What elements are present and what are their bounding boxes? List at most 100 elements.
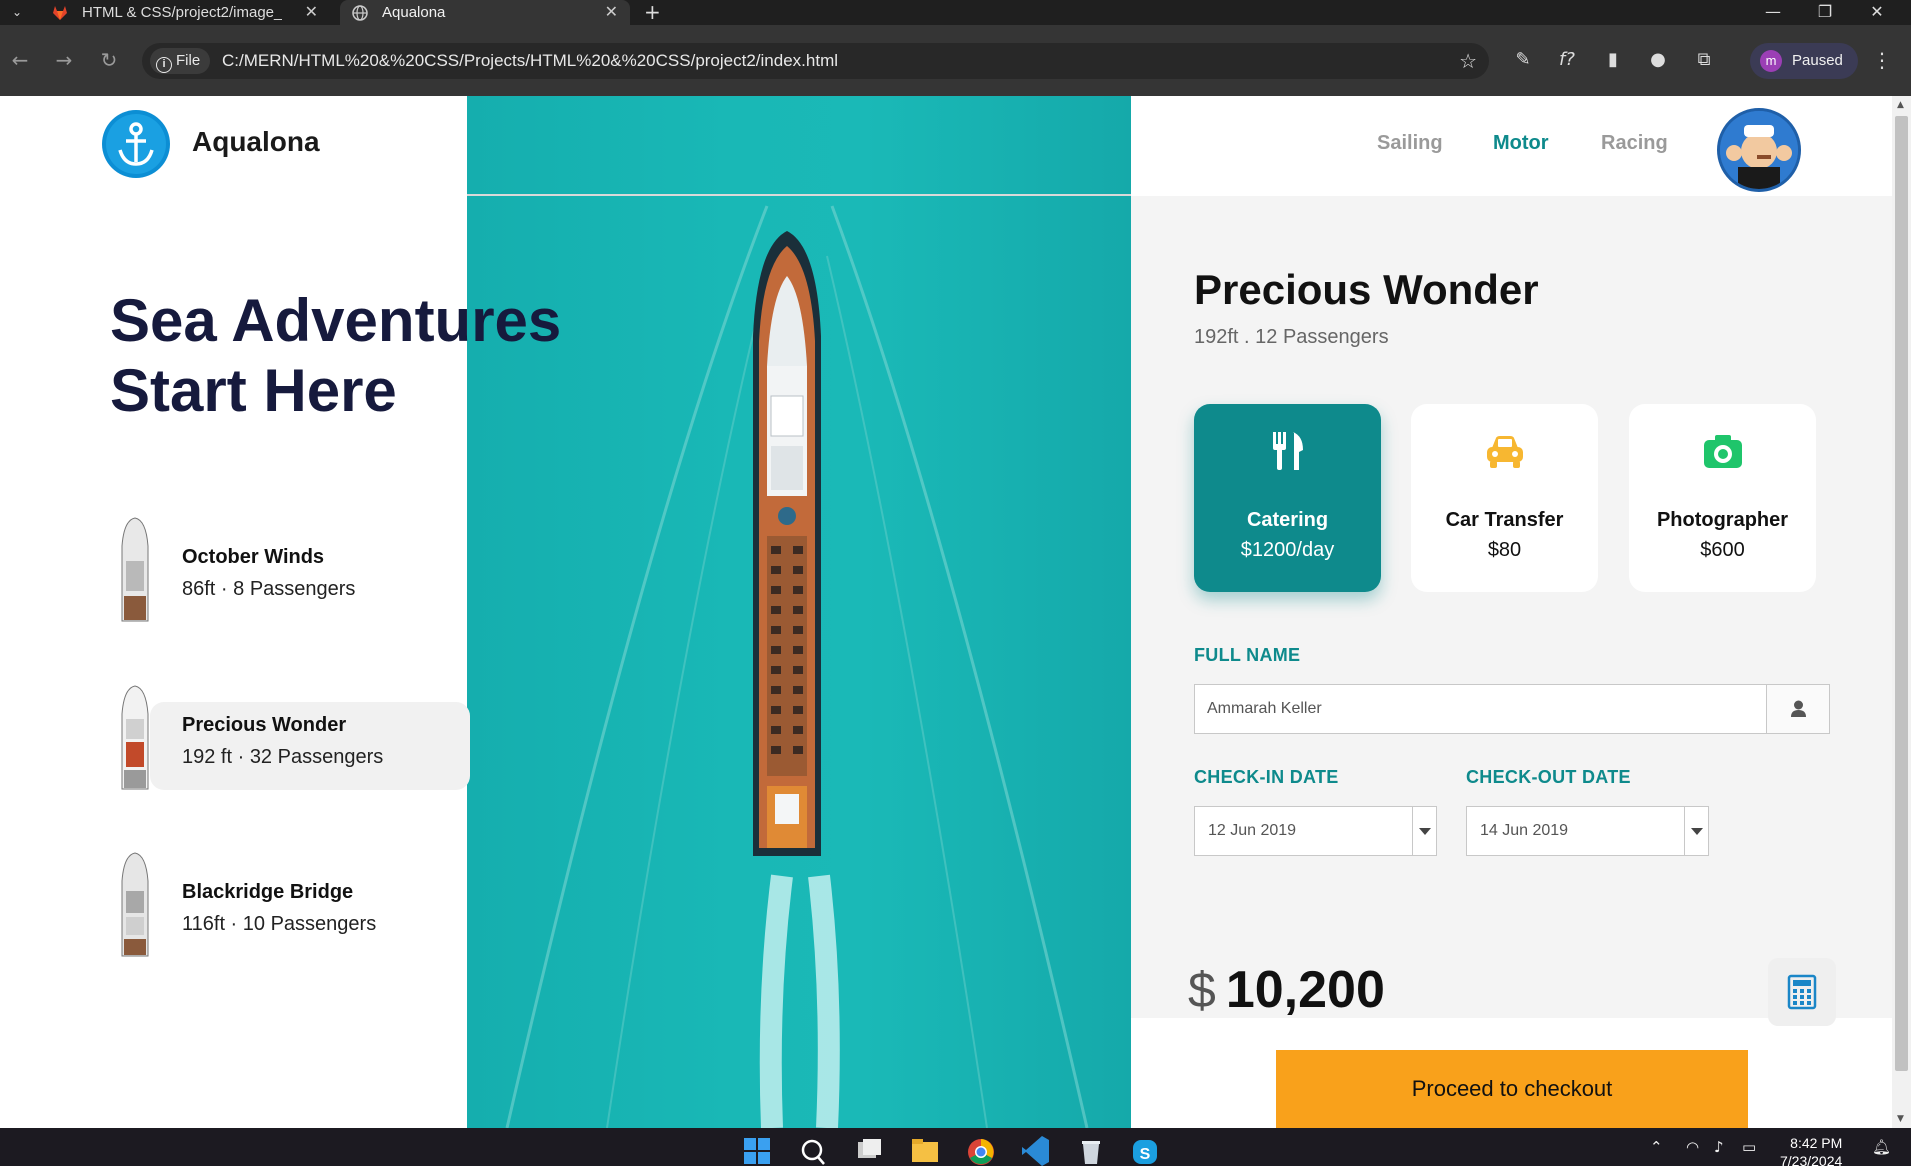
browser-toolbar: ← → ↻ i File C:/MERN/HTML%20&%20CSS/Proje… xyxy=(0,25,1911,96)
page-scrollbar[interactable]: ▲ ▼ xyxy=(1892,96,1911,1128)
notification-bell-icon[interactable]: 🔔︎ xyxy=(1872,1138,1891,1156)
eyedropper-extension-icon[interactable]: ✎ xyxy=(1510,47,1536,73)
globe-icon xyxy=(352,5,368,21)
nav-link-motor[interactable]: Motor xyxy=(1493,132,1549,155)
new-tab-button[interactable]: + xyxy=(644,0,661,24)
service-card-car-transfer[interactable]: Car Transfer $80 xyxy=(1411,404,1598,592)
scroll-up-icon[interactable]: ▲ xyxy=(1897,100,1904,110)
hero-title-line-2: Start Here xyxy=(110,357,397,424)
yacht-thumbnail-icon xyxy=(121,517,149,622)
user-icon xyxy=(1791,700,1806,717)
boat-details: 116ft · 10 Passengers xyxy=(182,913,377,935)
checkout-date-value: 14 Jun 2019 xyxy=(1480,822,1569,839)
user-avatar-image xyxy=(1720,111,1798,189)
extensions-puzzle-icon[interactable]: ⧉ xyxy=(1691,47,1717,73)
battery-icon[interactable]: ▭ xyxy=(1742,1138,1756,1156)
service-card-catering[interactable]: Catering $1200/day xyxy=(1194,404,1381,592)
browser-tab-image[interactable]: HTML & CSS/project2/image_2 ✕ xyxy=(40,0,330,25)
info-icon: i xyxy=(156,57,172,73)
address-bar[interactable]: i File C:/MERN/HTML%20&%20CSS/Projects/HT… xyxy=(142,43,1489,79)
browser-tab-bar: ⌄ HTML & CSS/project2/image_2 ✕ Aqualona… xyxy=(0,0,1911,25)
total-price: $10,200 xyxy=(1188,960,1385,1020)
service-name: Catering xyxy=(1246,509,1329,531)
extension-icon-2[interactable]: ● xyxy=(1645,47,1671,73)
service-name: Photographer xyxy=(1656,509,1789,531)
tab-title: HTML & CSS/project2/image_2 xyxy=(82,4,282,21)
boat-details: 192 ft · 32 Passengers xyxy=(182,746,384,768)
anchor-logo-icon[interactable] xyxy=(102,110,170,178)
brand-name[interactable]: Aqualona xyxy=(192,126,320,158)
task-view-icon[interactable] xyxy=(852,1132,886,1166)
service-price: $600 xyxy=(1700,539,1745,561)
page-viewport: Aqualona Sailing Motor Racing Sea Advent… xyxy=(0,96,1892,1128)
service-name: Car Transfer xyxy=(1445,509,1564,531)
scroll-down-icon[interactable]: ▼ xyxy=(1897,1114,1904,1124)
minimize-icon[interactable]: — xyxy=(1748,0,1798,25)
close-window-icon[interactable]: ✕ xyxy=(1852,0,1902,25)
close-tab-icon[interactable]: ✕ xyxy=(305,0,318,25)
booking-panel xyxy=(1131,196,1892,1018)
vscode-icon[interactable] xyxy=(1018,1132,1052,1166)
profile-avatar: m xyxy=(1760,50,1782,72)
skype-icon[interactable]: S xyxy=(1128,1132,1162,1166)
boat-details: 86ft · 8 Passengers xyxy=(182,578,356,600)
checkout-button[interactable]: Proceed to checkout xyxy=(1276,1050,1748,1128)
calculator-button[interactable] xyxy=(1768,958,1836,1026)
site-info-button[interactable]: i File xyxy=(150,48,211,74)
checkout-date-label: CHECK-OUT DATE xyxy=(1466,767,1631,787)
recycle-bin-icon[interactable] xyxy=(1074,1132,1108,1166)
full-name-value: Ammarah Keller xyxy=(1207,700,1322,717)
file-explorer-icon[interactable] xyxy=(908,1132,942,1166)
forward-icon[interactable]: → xyxy=(49,45,79,75)
checkin-date-select[interactable]: 12 Jun 2019 xyxy=(1194,806,1437,856)
volume-icon[interactable]: ♪ xyxy=(1714,1138,1724,1156)
url-text[interactable]: C:/MERN/HTML%20&%20CSS/Projects/HTML%20&… xyxy=(222,43,838,79)
nav-link-sailing[interactable]: Sailing xyxy=(1377,132,1443,155)
yacht-thumbnail-icon xyxy=(121,852,149,957)
user-avatar[interactable] xyxy=(1717,108,1801,192)
yacht-thumbnail-icon xyxy=(121,685,149,790)
boat-list-item-precious-wonder[interactable]: Precious Wonder 192 ft · 32 Passengers xyxy=(110,684,470,794)
reload-icon[interactable]: ↻ xyxy=(94,45,124,75)
browser-tab-aqualona[interactable]: Aqualona ✕ xyxy=(340,0,630,25)
back-icon[interactable]: ← xyxy=(5,45,35,75)
chevron-down-icon[interactable] xyxy=(1684,807,1708,855)
profile-button[interactable]: m Paused xyxy=(1750,43,1858,79)
hero-title: Sea Adventures Start Here xyxy=(110,286,561,426)
hero-ship-image xyxy=(467,96,1131,1128)
ship-illustration xyxy=(505,205,1089,1128)
clock-time: 8:42 PM xyxy=(1790,1135,1843,1151)
chrome-icon[interactable] xyxy=(964,1132,998,1166)
full-name-label: FULL NAME xyxy=(1194,645,1301,665)
nav-link-racing[interactable]: Racing xyxy=(1601,132,1668,155)
site-header: Aqualona Sailing Motor Racing xyxy=(0,96,1892,196)
hero-title-line-1: Sea Adventures xyxy=(110,287,562,354)
car-icon xyxy=(1487,436,1523,468)
scrollbar-thumb[interactable] xyxy=(1895,116,1908,1071)
boat-name: Blackridge Bridge xyxy=(182,881,354,903)
extension-icon[interactable]: ▮ xyxy=(1600,47,1626,73)
service-card-photographer[interactable]: Photographer $600 xyxy=(1629,404,1816,592)
service-price: $80 xyxy=(1487,539,1522,561)
windows-taskbar: S ⌃ ◠ ♪ ▭ 8:42 PM 7/23/2024 🔔︎ xyxy=(0,1128,1911,1166)
restore-icon[interactable]: ❐ xyxy=(1800,0,1850,25)
bookmark-star-icon[interactable]: ☆ xyxy=(1459,43,1477,79)
wifi-icon[interactable]: ◠ xyxy=(1686,1138,1699,1156)
chevron-down-icon[interactable] xyxy=(1412,807,1436,855)
show-hidden-icons-icon[interactable]: ⌃ xyxy=(1650,1138,1663,1156)
boat-name: October Winds xyxy=(182,546,325,568)
search-icon[interactable] xyxy=(796,1132,830,1166)
price-amount: 10,200 xyxy=(1225,961,1385,1019)
font-extension-icon[interactable]: f? xyxy=(1554,47,1580,73)
service-price: $1200/day xyxy=(1240,539,1335,561)
boat-list-item-blackridge-bridge[interactable]: Blackridge Bridge 116ft · 10 Passengers xyxy=(110,851,430,961)
tab-search-dropdown[interactable]: ⌄ xyxy=(6,2,28,22)
full-name-input[interactable]: Ammarah Keller xyxy=(1194,684,1830,734)
windows-start-icon[interactable] xyxy=(740,1132,774,1166)
boat-list-item-october-winds[interactable]: October Winds 86ft · 8 Passengers xyxy=(110,516,430,626)
close-tab-icon[interactable]: ✕ xyxy=(605,0,618,25)
browser-menu-icon[interactable]: ⋮ xyxy=(1872,45,1892,75)
system-clock[interactable]: 8:42 PM 7/23/2024 xyxy=(1780,1134,1842,1166)
user-icon-addon xyxy=(1766,685,1829,733)
checkout-date-select[interactable]: 14 Jun 2019 xyxy=(1466,806,1709,856)
